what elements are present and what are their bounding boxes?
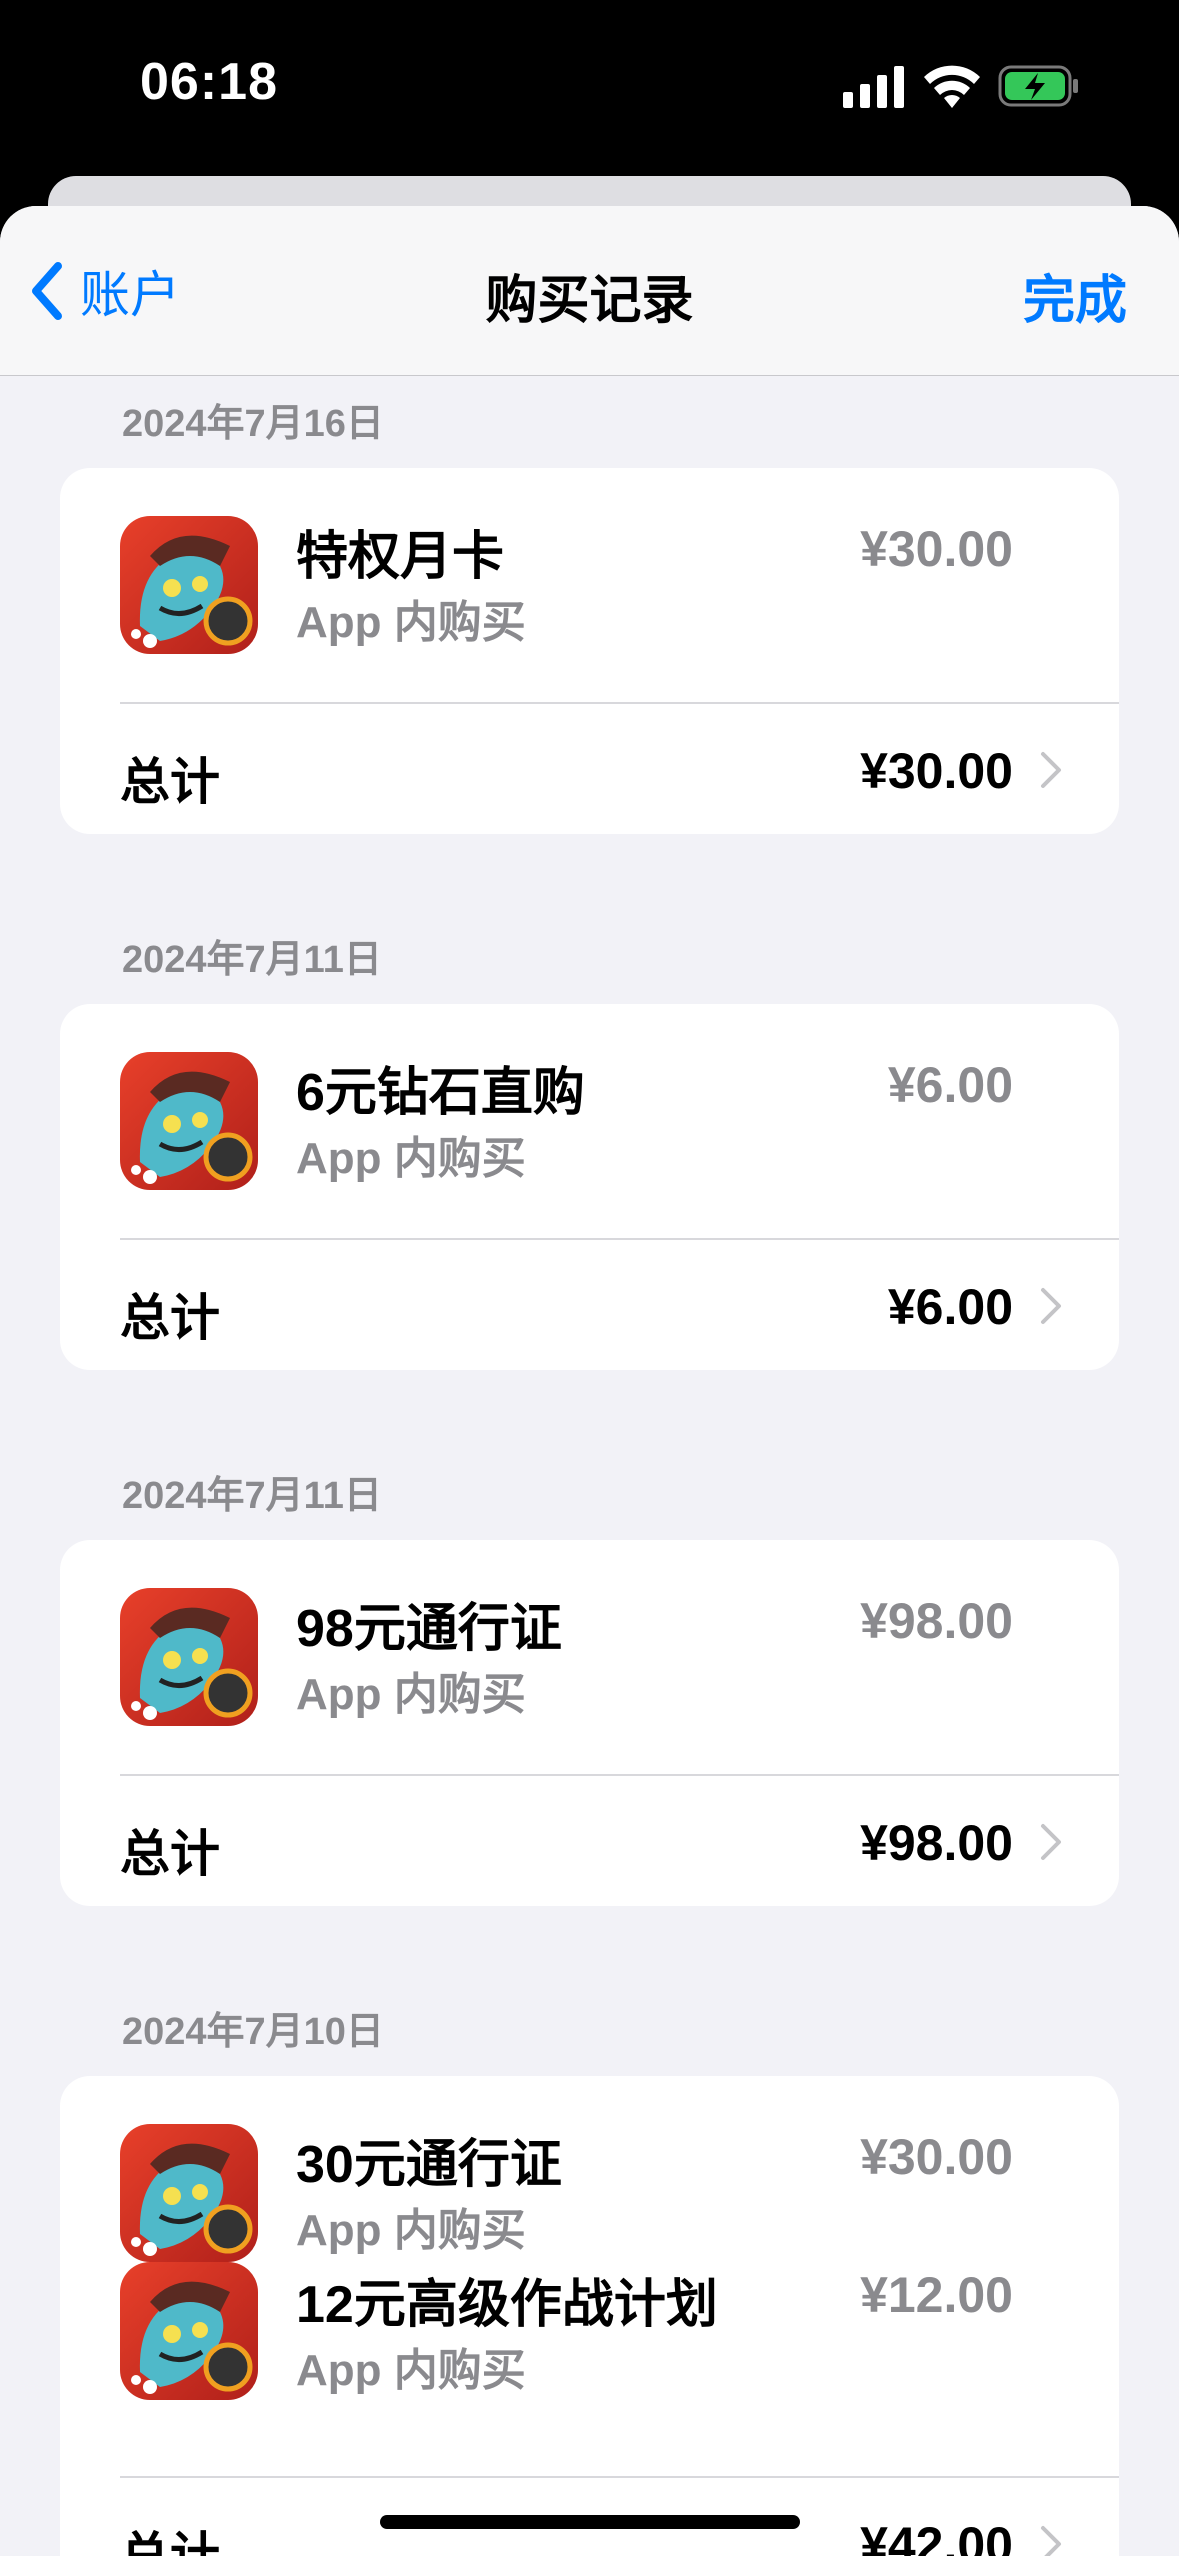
- purchase-item: 6元钻石直购 App 内购买 ¥6.00: [60, 1004, 1119, 1190]
- wifi-icon: [924, 65, 980, 108]
- item-type: App 内购买: [296, 2346, 526, 2395]
- chevron-right-icon: [1041, 2526, 1061, 2556]
- home-indicator[interactable]: [380, 2515, 800, 2529]
- game-app-icon: [120, 1052, 258, 1190]
- purchase-card: 98元通行证 App 内购买 ¥98.00 总计 ¥98.00: [60, 1540, 1119, 1906]
- item-name: 特权月卡: [296, 528, 505, 586]
- total-label: 总计: [120, 2528, 220, 2556]
- status-time: 06:18: [140, 53, 278, 111]
- status-bar: 06:18: [0, 0, 1179, 180]
- total-value: ¥42.00: [860, 2517, 1013, 2556]
- item-type: App 内购买: [296, 2206, 526, 2255]
- total-value: ¥30.00: [860, 743, 1013, 799]
- item-name: 98元通行证: [296, 1600, 562, 1658]
- total-value: ¥6.00: [887, 1279, 1013, 1335]
- purchase-item: 特权月卡 App 内购买 ¥30.00: [60, 468, 1119, 654]
- purchase-item: 30元通行证 App 内购买 ¥30.00: [60, 2076, 1119, 2262]
- purchase-card: 30元通行证 App 内购买 ¥30.00 12元高级作战计划 App 内购买: [60, 2076, 1119, 2556]
- done-button[interactable]: 完成: [1023, 258, 1127, 333]
- date-header: 2024年7月11日: [122, 1475, 382, 1517]
- chevron-right-icon: [1041, 1288, 1061, 1324]
- item-price: ¥30.00: [860, 2129, 1013, 2185]
- battery-charging-icon: [998, 65, 1078, 107]
- total-label: 总计: [120, 754, 220, 810]
- total-label: 总计: [120, 1826, 220, 1882]
- chevron-right-icon: [1041, 1824, 1061, 1860]
- total-row[interactable]: 总计 ¥98.00: [60, 1776, 1119, 1906]
- date-header: 2024年7月11日: [122, 939, 382, 981]
- game-app-icon: [120, 1588, 258, 1726]
- purchase-card: 特权月卡 App 内购买 ¥30.00 总计 ¥30.00: [60, 468, 1119, 834]
- item-name: 12元高级作战计划: [296, 2276, 718, 2334]
- item-type: App 内购买: [296, 1670, 526, 1719]
- navigation-bar: 账户 购买记录 完成: [0, 206, 1179, 376]
- item-price: ¥6.00: [887, 1057, 1013, 1113]
- item-name: 6元钻石直购: [296, 1064, 585, 1122]
- item-type: App 内购买: [296, 1134, 526, 1183]
- total-label: 总计: [120, 1290, 220, 1346]
- item-name: 30元通行证: [296, 2136, 562, 2194]
- purchase-item: 12元高级作战计划 App 内购买 ¥12.00: [60, 2262, 1119, 2448]
- cellular-signal-icon: [843, 66, 904, 108]
- date-header: 2024年7月16日: [122, 403, 384, 445]
- total-row[interactable]: 总计 ¥6.00: [60, 1240, 1119, 1370]
- chevron-right-icon: [1041, 752, 1061, 788]
- page-title: 购买记录: [485, 272, 694, 330]
- item-price: ¥98.00: [860, 1593, 1013, 1649]
- date-header: 2024年7月10日: [122, 2011, 384, 2053]
- item-type: App 内购买: [296, 598, 526, 647]
- item-price: ¥30.00: [860, 521, 1013, 577]
- game-app-icon: [120, 2262, 258, 2400]
- game-app-icon: [120, 516, 258, 654]
- purchase-item: 98元通行证 App 内购买 ¥98.00: [60, 1540, 1119, 1726]
- item-price: ¥12.00: [860, 2267, 1013, 2323]
- purchase-history-sheet: 账户 购买记录 完成 2024年7月16日 特权月卡 App 内购买 ¥30.0…: [0, 206, 1179, 2556]
- game-app-icon: [120, 2124, 258, 2262]
- total-value: ¥98.00: [860, 1815, 1013, 1871]
- purchase-card: 6元钻石直购 App 内购买 ¥6.00 总计 ¥6.00: [60, 1004, 1119, 1370]
- total-row[interactable]: 总计 ¥30.00: [60, 704, 1119, 834]
